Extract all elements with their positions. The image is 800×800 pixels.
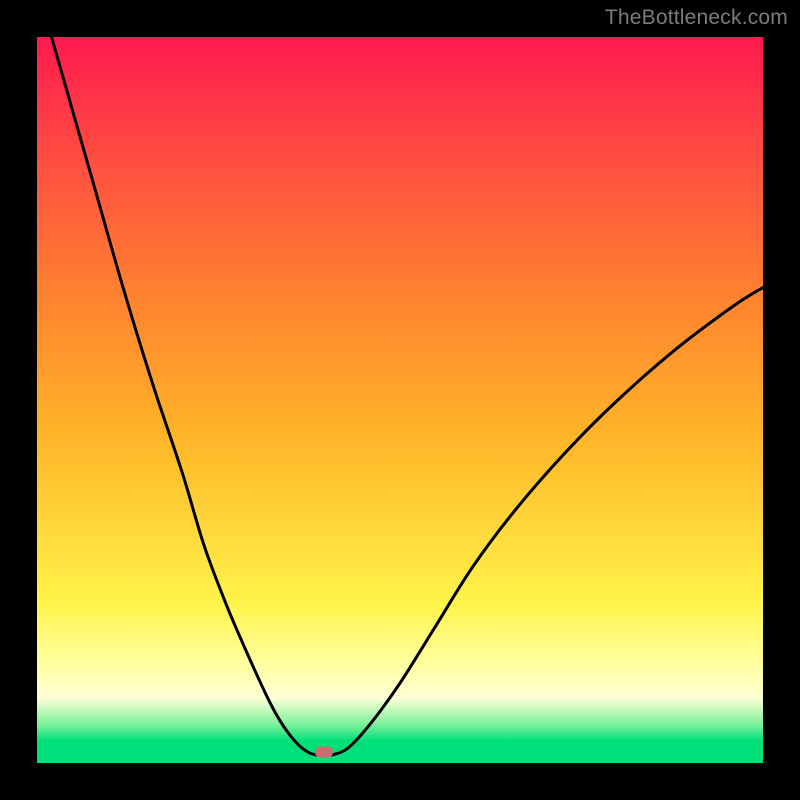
optimum-marker — [315, 747, 333, 758]
curve-svg — [37, 37, 763, 763]
watermark-text: TheBottleneck.com — [605, 6, 788, 30]
chart-frame: TheBottleneck.com — [0, 0, 800, 800]
bottleneck-curve — [37, 0, 763, 755]
